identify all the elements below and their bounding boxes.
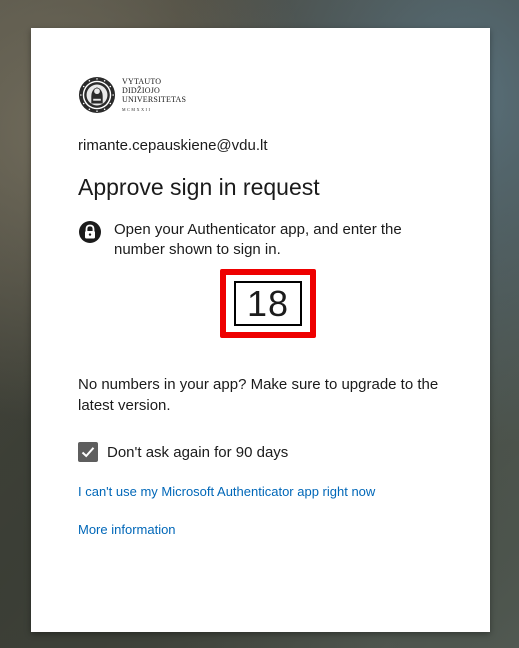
dont-ask-again-checkbox[interactable] bbox=[78, 442, 98, 462]
authenticator-instruction: Open your Authenticator app, and enter t… bbox=[78, 220, 448, 260]
sign-in-number: 18 bbox=[234, 281, 302, 326]
logo-line-4: MCMXXII bbox=[122, 106, 152, 112]
no-numbers-hint: No numbers in your app? Make sure to upg… bbox=[78, 376, 439, 414]
account-email: rimante.cepauskiene@vdu.lt bbox=[78, 137, 268, 154]
checkmark-icon bbox=[81, 447, 95, 458]
dont-ask-again-checkbox-row[interactable]: Don't ask again for 90 days bbox=[78, 442, 288, 462]
number-highlight-frame: 18 bbox=[220, 269, 316, 338]
university-name: VYTAUTO DIDŽIOJO UNIVERSITETAS MCMXXII bbox=[122, 77, 186, 114]
page-title: Approve sign in request bbox=[78, 174, 320, 200]
logo-line-2: DIDŽIOJO bbox=[122, 85, 161, 95]
logo-line-3: UNIVERSITETAS bbox=[122, 94, 187, 104]
lock-icon bbox=[79, 221, 101, 243]
dont-ask-again-label: Don't ask again for 90 days bbox=[107, 443, 289, 461]
university-logo: VYTAUTO DIDŽIOJO UNIVERSITETAS MCMXXII bbox=[78, 76, 186, 114]
sign-in-card: VYTAUTO DIDŽIOJO UNIVERSITETAS MCMXXII r… bbox=[31, 28, 490, 632]
cant-use-authenticator-link[interactable]: I can't use my Microsoft Authenticator a… bbox=[78, 484, 375, 499]
instruction-text: Open your Authenticator app, and enter t… bbox=[114, 221, 402, 258]
university-seal-icon bbox=[78, 76, 116, 114]
more-information-link[interactable]: More information bbox=[78, 522, 176, 537]
logo-line-1: VYTAUTO bbox=[122, 76, 162, 86]
